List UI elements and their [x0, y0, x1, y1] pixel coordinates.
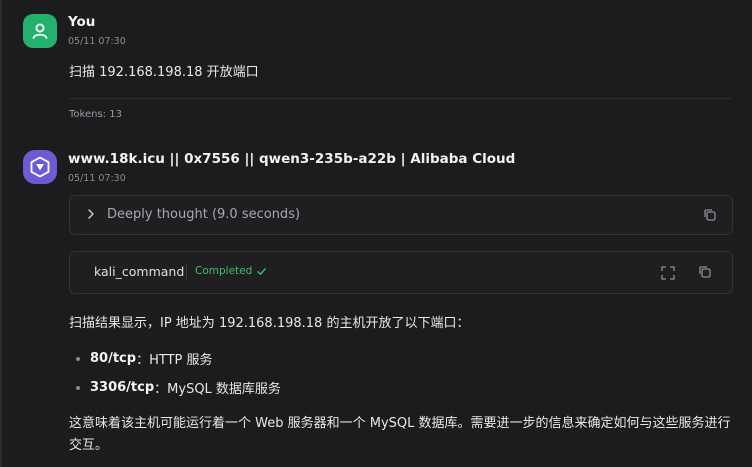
list-item: 3306/tcp ：MySQL 数据库服务 [76, 378, 281, 397]
port-label: 80/tcp [90, 351, 137, 366]
bullet-dot [76, 356, 80, 361]
message-divider [69, 98, 732, 99]
bot-name: www.18k.icu || 0x7556 || qwen3-235b-a22b… [68, 151, 516, 167]
status-label: Completed [195, 265, 253, 277]
user-avatar [23, 14, 57, 48]
bullet-dot [76, 385, 80, 390]
port-description: ：HTTP 服务 [136, 353, 213, 368]
closing-paragraph: 这意味着该主机可能运行着一个 Web 服务器和一个 MySQL 数据库。需要进一… [69, 416, 731, 453]
token-count: Tokens: 13 [69, 109, 122, 120]
thought-label[interactable]: Deeply thought (9.0 seconds) [107, 207, 300, 222]
tool-call-panel[interactable]: kali_command Completed [69, 251, 733, 294]
bot-timestamp: 05/11 07:30 [68, 173, 126, 184]
expand-icon[interactable] [660, 265, 676, 281]
check-icon [257, 267, 267, 275]
person-icon [32, 23, 48, 39]
user-message-text: 扫描 192.168.198.18 开放端口 [69, 65, 259, 80]
copy-icon[interactable] [702, 207, 718, 223]
user-name: You [68, 14, 96, 30]
chevron-right-icon[interactable] [84, 207, 98, 221]
thought-panel[interactable]: Deeply thought (9.0 seconds) [69, 195, 733, 235]
copy-icon[interactable] [697, 264, 713, 280]
list-item: 80/tcp ：HTTP 服务 [76, 349, 212, 368]
left-border [0, 0, 2, 467]
result-intro: 扫描结果显示，IP 地址为 192.168.198.18 的主机开放了以下端口： [69, 316, 470, 331]
port-label: 3306/tcp [90, 380, 155, 395]
tool-status: Completed [195, 265, 267, 277]
bot-avatar [23, 150, 57, 184]
tool-separator [186, 264, 187, 280]
port-description: ：MySQL 数据库服务 [154, 382, 281, 397]
user-timestamp: 05/11 07:30 [68, 36, 126, 47]
qwen-logo-icon [30, 156, 50, 178]
tool-name: kali_command [94, 264, 185, 279]
